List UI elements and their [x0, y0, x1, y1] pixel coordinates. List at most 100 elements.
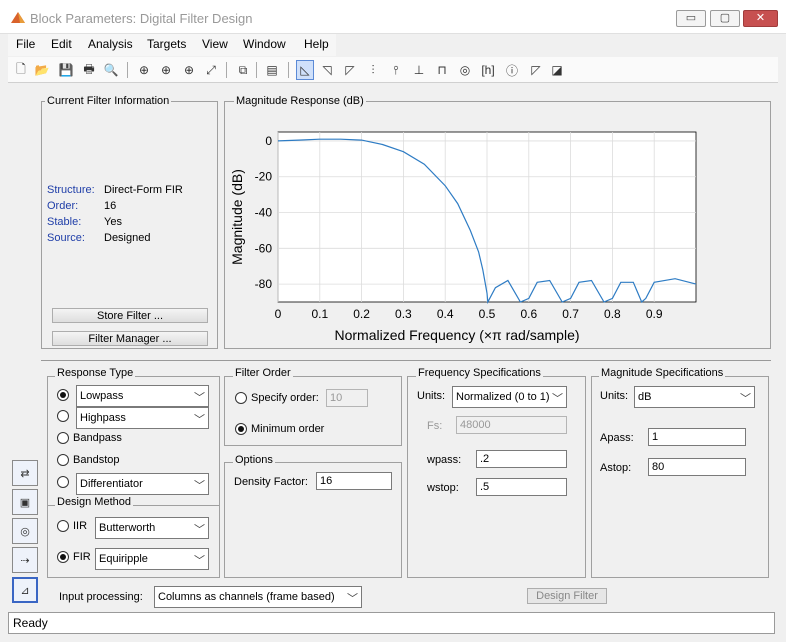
toolbar-separator — [288, 62, 289, 78]
phase-delay-icon[interactable]: ⫯ — [387, 60, 405, 80]
menu-targets[interactable]: Targets — [147, 37, 186, 51]
fir-radio[interactable] — [57, 551, 69, 563]
panel-divider — [41, 360, 771, 361]
y-tick-label: -60 — [255, 241, 273, 255]
menu-file[interactable]: File — [16, 37, 35, 51]
print-preview-icon[interactable]: 🔍 — [102, 60, 120, 80]
x-tick-label: 0.7 — [562, 307, 579, 321]
menu-analysis[interactable]: Analysis — [88, 37, 133, 51]
bandstop-radio[interactable] — [57, 454, 69, 466]
toolbar-separator — [127, 62, 128, 78]
response-type-title: Response Type — [55, 367, 136, 379]
current-filter-title: Current Filter Information — [45, 95, 172, 107]
wpass-input[interactable]: .2 — [476, 450, 567, 468]
minimize-button[interactable]: ▭ — [676, 10, 706, 27]
window-title: Block Parameters: Digital Filter Design — [30, 11, 253, 26]
x-tick-label: 0.9 — [646, 307, 663, 321]
lowpass-select[interactable]: Lowpass ﹀ — [76, 385, 209, 407]
group-delay-icon[interactable]: ⫶ — [364, 60, 382, 80]
import-filter-icon[interactable]: ⇢ — [12, 547, 38, 573]
wstop-input[interactable]: .5 — [476, 478, 567, 496]
toolbar-separator — [226, 62, 227, 78]
phase-response-icon[interactable]: ◹ — [318, 60, 336, 80]
save-icon[interactable]: 💾 — [57, 60, 75, 80]
pole-zero-icon[interactable]: ◎ — [456, 60, 474, 80]
transform-filter-icon[interactable]: ⇄ — [12, 460, 38, 486]
menu-edit[interactable]: Edit — [51, 37, 72, 51]
zoom-x-icon[interactable]: ⊕ — [157, 60, 175, 80]
toolbar-separator — [256, 62, 257, 78]
fs-input[interactable]: 48000 — [456, 416, 567, 434]
round-off-noise-icon[interactable]: ◪ — [548, 60, 566, 80]
design-method-title: Design Method — [55, 496, 133, 508]
mag-units-select[interactable]: dB ﹀ — [634, 386, 755, 408]
zoom-in-icon[interactable]: ⊕ — [135, 60, 153, 80]
store-filter-button[interactable]: Store Filter ... — [52, 308, 208, 323]
x-tick-label: 0.1 — [311, 307, 328, 321]
zoom-y-icon[interactable]: ⊕ — [180, 60, 198, 80]
x-tick-label: 0.2 — [353, 307, 370, 321]
pole-zero-editor-icon[interactable]: ◎ — [12, 518, 38, 544]
new-window-icon[interactable]: ⧉ — [234, 60, 252, 80]
magnitude-response-icon[interactable]: ◺ — [296, 60, 314, 80]
astop-input[interactable]: 80 — [648, 458, 746, 476]
x-tick-label: 0.4 — [437, 307, 454, 321]
input-processing-select[interactable]: Columns as channels (frame based) ﹀ — [154, 586, 362, 608]
apass-input[interactable]: 1 — [648, 428, 746, 446]
close-button[interactable]: ✕ — [743, 10, 778, 27]
magnitude-response-chart[interactable]: 0 0.1 0.2 0.3 0.4 0.5 0.6 0.7 0.8 0.9 0 -20 -40 -60 -8… — [225, 108, 770, 348]
freq-units-select[interactable]: Normalized (0 to 1) ﹀ — [452, 386, 567, 408]
highpass-select[interactable]: Highpass ﹀ — [76, 407, 209, 429]
filter-order-title: Filter Order — [233, 367, 293, 379]
menu-help[interactable]: Help — [304, 37, 329, 51]
specify-order-input[interactable]: 10 — [326, 389, 368, 407]
chevron-down-icon: ﹀ — [194, 480, 205, 492]
freq-units-value: Normalized (0 to 1) — [456, 391, 550, 403]
open-folder-icon[interactable]: 📂 — [33, 60, 51, 80]
filter-info-icon[interactable]: ⓘ — [503, 60, 521, 80]
minimum-order-radio[interactable] — [235, 423, 247, 435]
maximize-button[interactable]: ▢ — [710, 10, 740, 27]
filter-order-frame — [224, 376, 402, 446]
lowpass-radio[interactable] — [57, 389, 69, 401]
options-title: Options — [233, 454, 275, 466]
source-value: Designed — [104, 232, 151, 244]
magnitude-phase-icon[interactable]: ◸ — [341, 60, 359, 80]
print-icon[interactable]: 🖶 — [80, 60, 98, 80]
iir-radio[interactable] — [57, 520, 69, 532]
filter-manager-button[interactable]: Filter Manager ... — [52, 331, 208, 346]
step-response-icon[interactable]: ⊓ — [433, 60, 451, 80]
source-label: Source: — [47, 232, 85, 244]
fir-type-select[interactable]: Equiripple ﹀ — [95, 548, 209, 570]
specify-order-radio[interactable] — [235, 392, 247, 404]
fir-type-value: Equiripple — [99, 553, 148, 565]
minimum-order-label: Minimum order — [251, 423, 325, 435]
design-filter-icon[interactable]: ⊿ — [12, 577, 38, 603]
freq-units-label: Units: — [417, 390, 446, 402]
differentiator-radio[interactable] — [57, 476, 69, 488]
x-tick-label: 0.3 — [395, 307, 412, 321]
menu-view[interactable]: View — [202, 37, 228, 51]
impulse-response-icon[interactable]: ⊥ — [410, 60, 428, 80]
filter-coefficients-icon[interactable]: [h] — [479, 60, 497, 80]
design-filter-button[interactable]: Design Filter — [527, 588, 607, 604]
magnitude-estimate-icon[interactable]: ◸ — [527, 60, 545, 80]
x-tick-label: 0 — [275, 307, 282, 321]
x-tick-label: 0.6 — [520, 307, 537, 321]
density-factor-input[interactable]: 16 — [316, 472, 392, 490]
realize-model-icon[interactable]: ▣ — [12, 489, 38, 515]
order-value: 16 — [104, 200, 117, 212]
bandpass-radio[interactable] — [57, 432, 69, 444]
legend-icon[interactable]: ▤ — [263, 60, 281, 80]
differentiator-select[interactable]: Differentiator ﹀ — [76, 473, 209, 495]
x-tick-label: 0.5 — [479, 307, 496, 321]
menu-window[interactable]: Window — [243, 37, 286, 51]
iir-type-select[interactable]: Butterworth ﹀ — [95, 517, 209, 539]
full-view-icon[interactable]: ⤢ — [202, 60, 220, 80]
new-file-icon[interactable]: 🗋 — [12, 60, 30, 80]
structure-label: Structure: — [47, 184, 95, 196]
chevron-down-icon: ﹀ — [194, 555, 205, 567]
fs-label: Fs: — [427, 420, 443, 432]
highpass-radio[interactable] — [57, 410, 69, 422]
y-tick-label: 0 — [265, 134, 272, 148]
